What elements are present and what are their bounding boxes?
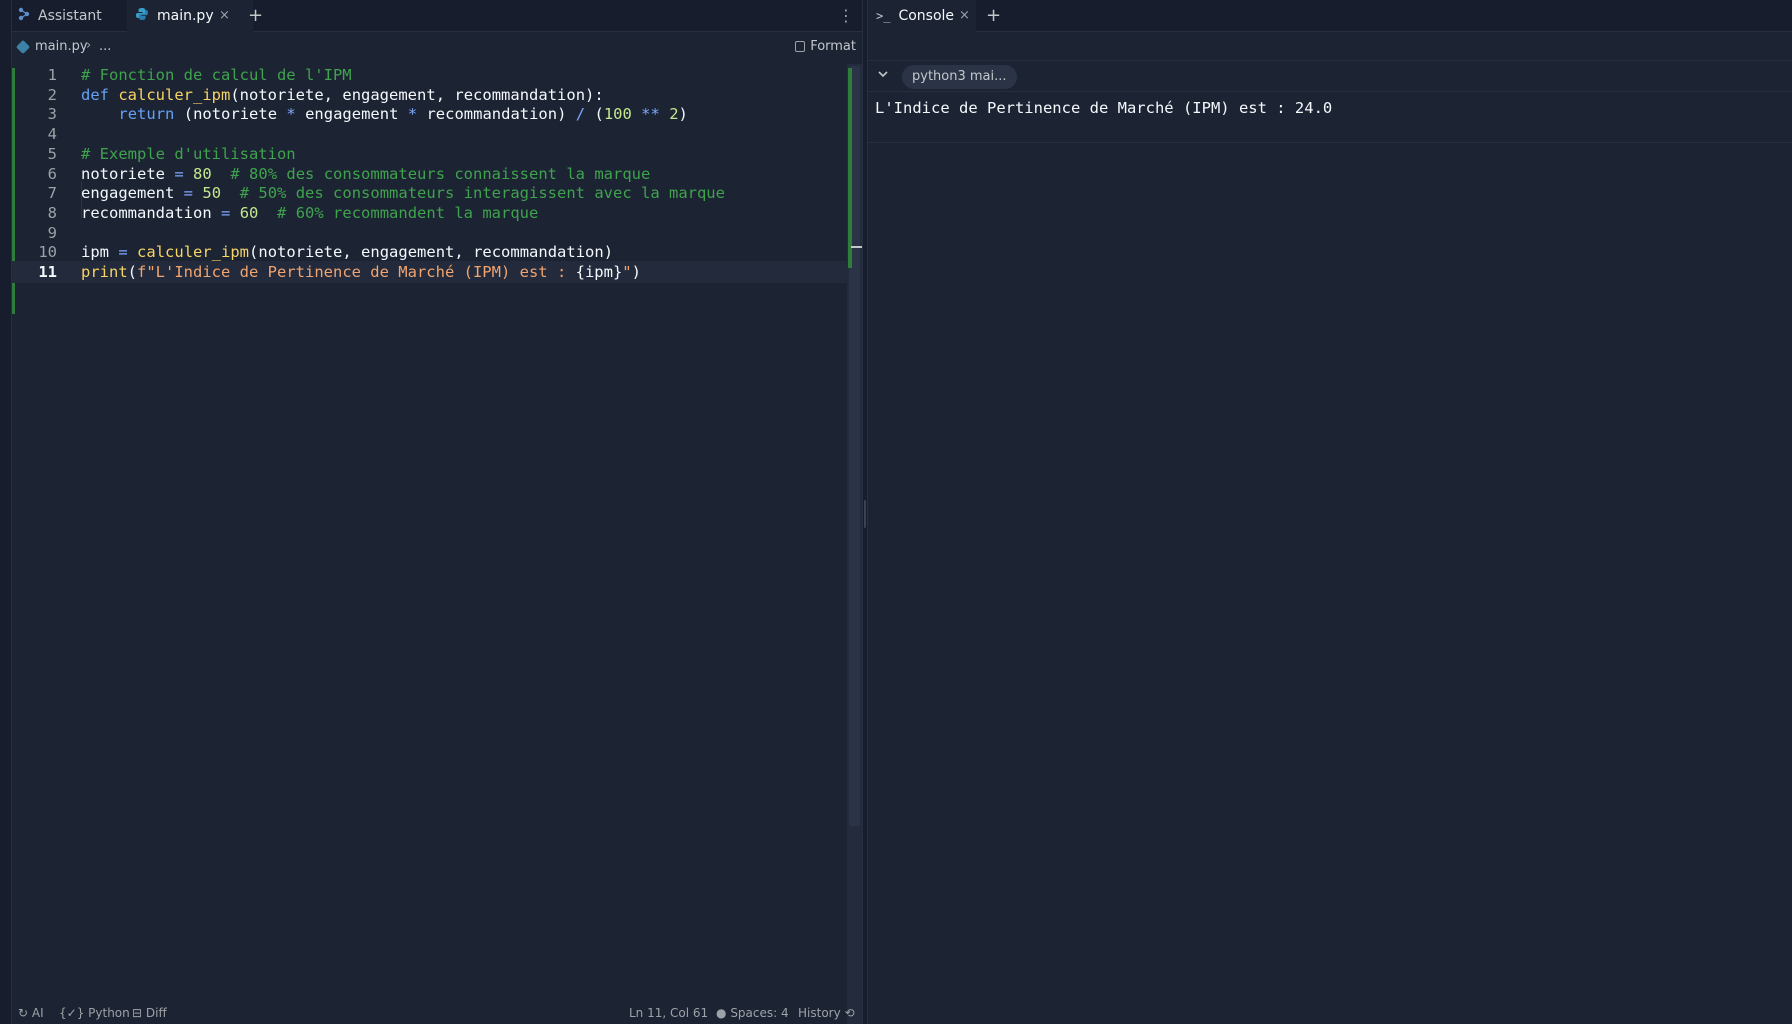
- ai-icon: ↻: [18, 1006, 29, 1020]
- diff-button[interactable]: ⊟ Diff: [132, 1006, 167, 1020]
- history-icon: ⟲: [844, 1006, 855, 1020]
- console-pane: >_ Console × + python3 mai... L'Indice d…: [868, 0, 1792, 1024]
- code-editor[interactable]: 1 # Fonction de calcul de l'IPM 2 def calcu…: [12, 64, 847, 1004]
- python-file-icon: [15, 39, 31, 55]
- code-text[interactable]: return (notoriete * engagement * recomma…: [81, 103, 688, 125]
- line-number: 8: [47, 203, 57, 222]
- format-label: Format: [810, 39, 856, 54]
- editor-tabbar: Assistant main.py × + ⋮: [12, 0, 862, 32]
- line-number: 6: [47, 164, 57, 183]
- history-button[interactable]: History ⟲: [798, 1006, 855, 1020]
- code-text[interactable]: notoriete = 80 # 80% des consommateurs c…: [81, 163, 650, 185]
- close-tab-icon[interactable]: ×: [959, 8, 970, 23]
- code-line[interactable]: 8 recommandation = 60 # 60% recommandent …: [12, 202, 847, 224]
- breadcrumb: main.py › ... Format: [12, 33, 862, 61]
- cursor-position[interactable]: Ln 11, Col 61: [629, 1006, 708, 1020]
- breadcrumb-separator: ›: [86, 38, 92, 53]
- tab-label: Assistant: [38, 8, 102, 24]
- format-button[interactable]: Format: [795, 39, 856, 54]
- more-options-icon[interactable]: ⋮: [838, 6, 854, 25]
- code-text[interactable]: print(f"L'Indice de Pertinence de Marché…: [81, 261, 641, 283]
- code-line[interactable]: 5 # Exemple d'utilisation: [12, 143, 847, 165]
- code-line[interactable]: 2 def calculer_ipm(notoriete, engagement,…: [12, 84, 847, 106]
- console-toolbar: [868, 33, 1792, 61]
- session-row: python3 mai...: [868, 62, 1792, 92]
- format-icon: [795, 41, 806, 52]
- python-file-icon: [135, 7, 149, 25]
- close-tab-icon[interactable]: ×: [219, 8, 230, 23]
- code-text[interactable]: ipm = calculer_ipm(notoriete, engagement…: [81, 241, 613, 263]
- line-number: 2: [47, 85, 57, 104]
- left-activity-strip: [0, 0, 12, 1024]
- console-tabbar: >_ Console × +: [868, 0, 1792, 32]
- line-number: 4: [47, 125, 57, 144]
- line-number: 11: [38, 263, 57, 281]
- breadcrumb-more[interactable]: ...: [99, 39, 111, 54]
- code-line[interactable]: 10 ipm = calculer_ipm(notoriete, engageme…: [12, 241, 847, 263]
- chevron-down-icon[interactable]: [877, 68, 889, 83]
- code-text[interactable]: def calculer_ipm(notoriete, engagement, …: [81, 84, 604, 106]
- breadcrumb-file[interactable]: main.py: [35, 39, 88, 54]
- code-text[interactable]: # Fonction de calcul de l'IPM: [81, 64, 352, 86]
- line-number: 10: [38, 243, 57, 262]
- indentation-setting[interactable]: ● Spaces: 4: [716, 1006, 789, 1020]
- line-number: 1: [47, 66, 57, 84]
- code-line[interactable]: 4: [12, 123, 847, 145]
- ai-toggle[interactable]: ↻ AI: [18, 1006, 44, 1020]
- dot-icon: ●: [716, 1006, 727, 1020]
- line-number: 7: [47, 184, 57, 203]
- diff-icon: ⊟: [132, 1006, 143, 1020]
- session-badge[interactable]: python3 mai...: [902, 65, 1017, 89]
- output-divider: [868, 142, 1792, 143]
- editor-scrollbar[interactable]: [847, 64, 865, 1024]
- code-text[interactable]: recommandation = 60 # 60% recommandent l…: [81, 202, 538, 224]
- code-braces-icon: {✓}: [59, 1006, 85, 1020]
- code-line[interactable]: 3 return (notoriete * engagement * recom…: [12, 103, 847, 125]
- code-line[interactable]: 7 engagement = 50 # 50% des consommateurs…: [12, 182, 847, 204]
- line-number: 3: [47, 105, 57, 124]
- terminal-prompt-icon: >_: [876, 9, 891, 23]
- assistant-icon: [18, 7, 30, 25]
- tab-assistant[interactable]: Assistant: [12, 0, 126, 32]
- code-text[interactable]: engagement = 50 # 50% des consommateurs …: [81, 182, 725, 204]
- splitter-grip[interactable]: [864, 500, 866, 528]
- line-number: 9: [47, 223, 57, 242]
- tab-label: Console: [898, 8, 955, 24]
- language-selector[interactable]: {✓} Python: [59, 1006, 130, 1020]
- code-text[interactable]: # Exemple d'utilisation: [81, 143, 296, 165]
- code-line[interactable]: 6 notoriete = 80 # 80% des consommateurs …: [12, 163, 847, 185]
- code-line[interactable]: 1 # Fonction de calcul de l'IPM: [12, 64, 847, 86]
- editor-pane: Assistant main.py × + ⋮ main.py › ... Fo…: [12, 0, 865, 1024]
- tab-main-py[interactable]: main.py: [127, 0, 253, 32]
- scrollbar-change-marker: [848, 68, 852, 268]
- code-line[interactable]: 11 print(f"L'Indice de Pertinence de Marc…: [12, 261, 847, 283]
- line-number: 5: [47, 144, 57, 163]
- tab-label: main.py: [157, 8, 214, 24]
- console-output: L'Indice de Pertinence de Marché (IPM) e…: [875, 99, 1333, 117]
- code-line[interactable]: 9: [12, 222, 847, 244]
- add-tab-button[interactable]: +: [248, 5, 263, 26]
- add-tab-button[interactable]: +: [986, 5, 1001, 26]
- editor-statusbar: ↻ AI {✓} Python ⊟ Diff Ln 11, Col 61 ● S…: [12, 1002, 862, 1024]
